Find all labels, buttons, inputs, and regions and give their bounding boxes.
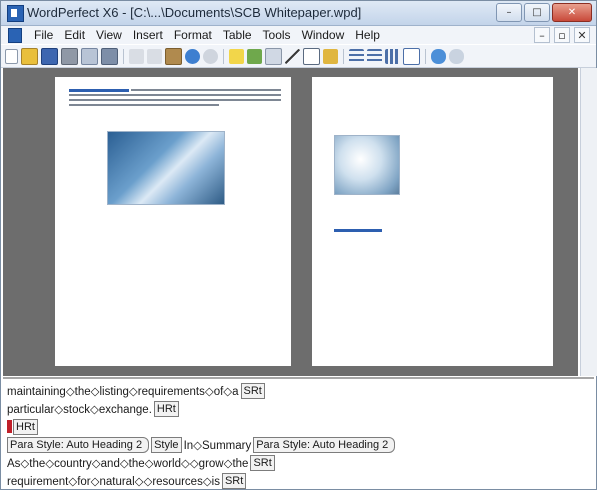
menu-insert[interactable]: Insert (133, 28, 163, 42)
text-box-icon[interactable] (303, 48, 320, 65)
columns-icon[interactable] (385, 49, 400, 64)
window-title: WordPerfect X6 - [C:\...\Documents\SCB W… (27, 5, 362, 20)
print-preview-icon[interactable] (81, 48, 98, 65)
code-text: As◇the◇country◇and◇the◇world◇◇grow◇the (7, 457, 249, 470)
maximize-button[interactable]: □ (524, 3, 550, 22)
page-text-line (69, 104, 219, 106)
code-text: particular◇stock◇exchange. (7, 403, 152, 416)
hard-return-code[interactable]: HRt (13, 418, 38, 435)
zoom-icon[interactable] (431, 49, 446, 64)
reveal-codes-pane[interactable]: maintaining◇the◇listing◇requirements◇of◇… (3, 377, 594, 489)
window-controls: – □ ✕ (496, 3, 592, 22)
toolbar-separator (223, 49, 224, 64)
page-text-line (69, 99, 281, 101)
toolbar-separator (123, 49, 124, 64)
menu-window[interactable]: Window (302, 28, 345, 42)
pen-icon[interactable] (323, 49, 338, 64)
open-icon[interactable] (21, 48, 38, 65)
find-icon[interactable] (449, 49, 464, 64)
menu-bar: File Edit View Insert Format Table Tools… (1, 26, 596, 44)
table-icon[interactable] (403, 48, 420, 65)
para-style-close-code[interactable]: Para Style: Auto Heading 2 (253, 436, 396, 453)
new-icon[interactable] (5, 49, 18, 64)
menu-view[interactable]: View (96, 28, 122, 42)
paste-icon[interactable] (165, 48, 182, 65)
code-line: Para Style: Auto Heading 2 Style In◇Summ… (7, 436, 396, 453)
page-1 (55, 77, 291, 366)
minimize-button[interactable]: – (496, 3, 522, 22)
page-text-line (69, 94, 281, 96)
document-area[interactable] (3, 68, 578, 376)
bullets-icon[interactable] (349, 49, 364, 64)
app-window: WordPerfect X6 - [C:\...\Documents\SCB W… (0, 0, 597, 490)
print-icon[interactable] (61, 48, 78, 65)
page-heading-line (334, 229, 382, 232)
close-button[interactable]: ✕ (552, 3, 592, 22)
page-heading-line (69, 89, 129, 92)
menu-file[interactable]: File (34, 28, 53, 42)
save-icon[interactable] (41, 48, 58, 65)
soft-return-code[interactable]: SRt (250, 454, 275, 471)
title-bar: WordPerfect X6 - [C:\...\Documents\SCB W… (1, 1, 596, 26)
toolbar (1, 45, 596, 68)
copy-icon[interactable] (147, 49, 162, 64)
soft-return-code[interactable]: SRt (240, 382, 265, 399)
code-line: maintaining◇the◇listing◇requirements◇of◇… (7, 382, 265, 399)
para-style-open-code[interactable]: Para Style: Auto Heading 2 (7, 436, 150, 453)
menu-edit[interactable]: Edit (64, 28, 85, 42)
document-window-controls: – ▫ ✕ (534, 27, 590, 43)
phone-photo[interactable] (334, 135, 400, 195)
undo-icon[interactable] (185, 49, 200, 64)
menu-table[interactable]: Table (223, 28, 252, 42)
line-icon[interactable] (285, 49, 300, 64)
cut-icon[interactable] (129, 49, 144, 64)
vertical-scrollbar[interactable] (580, 68, 597, 376)
doc-restore-button[interactable]: ▫ (554, 27, 570, 43)
menu-help[interactable]: Help (355, 28, 380, 42)
code-line: HRt (7, 418, 38, 435)
page-2 (312, 77, 553, 366)
code-line: requirement◇for◇natural◇◇resources◇is SR… (7, 472, 247, 489)
menu-tools[interactable]: Tools (263, 28, 291, 42)
draw-icon[interactable] (265, 48, 282, 65)
insertion-cursor (7, 420, 12, 433)
code-text: requirement◇for◇natural◇◇resources◇is (7, 475, 220, 488)
code-text: In◇Summary (183, 439, 252, 452)
doc-close-button[interactable]: ✕ (574, 27, 590, 43)
soft-return-code[interactable]: SRt (221, 472, 247, 489)
code-line: particular◇stock◇exchange. HRt (7, 400, 179, 417)
page-text-line (131, 89, 281, 91)
toolbar-separator (425, 49, 426, 64)
doc-minimize-button[interactable]: – (534, 27, 550, 43)
redo-icon[interactable] (203, 49, 218, 64)
document-icon[interactable] (8, 28, 22, 43)
publish-icon[interactable] (101, 48, 118, 65)
wordperfect-icon (7, 5, 24, 22)
style-code[interactable]: Style (151, 436, 182, 453)
business-photo[interactable] (107, 131, 225, 205)
toolbar-separator (343, 49, 344, 64)
numbering-icon[interactable] (367, 49, 382, 64)
menu-items: File Edit View Insert Format Table Tools… (34, 28, 391, 42)
code-text: maintaining◇the◇listing◇requirements◇of◇… (7, 385, 239, 398)
hard-return-code[interactable]: HRt (153, 400, 179, 417)
highlight-icon[interactable] (229, 49, 244, 64)
prompt-icon[interactable] (247, 49, 262, 64)
menu-format[interactable]: Format (174, 28, 212, 42)
code-line: As◇the◇country◇and◇the◇world◇◇grow◇the S… (7, 454, 275, 471)
